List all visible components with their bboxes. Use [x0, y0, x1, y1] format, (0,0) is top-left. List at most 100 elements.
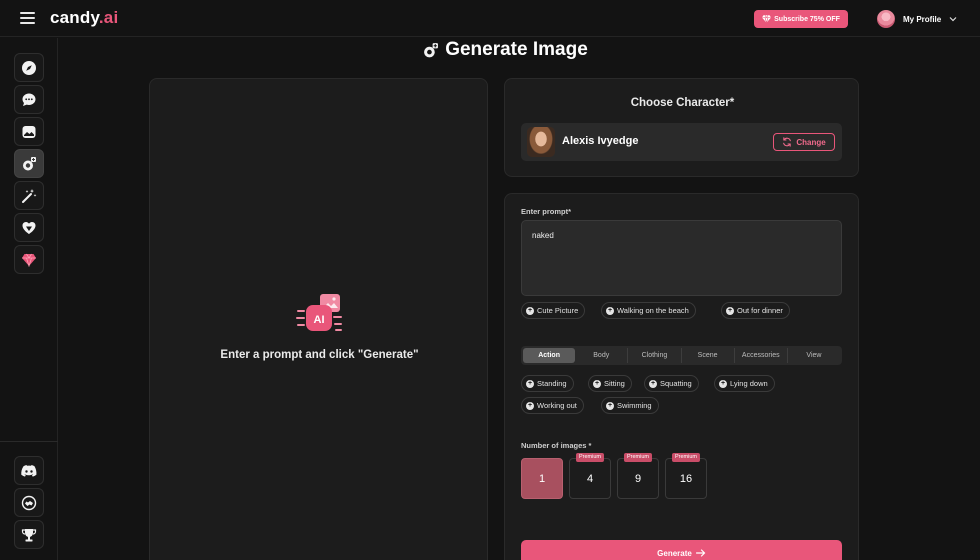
- image-preview-panel: AI Enter a prompt and click "Generate": [149, 78, 488, 560]
- plus-icon: +: [593, 379, 601, 388]
- count-value: 9: [634, 472, 642, 485]
- plus-icon: +: [606, 306, 614, 315]
- premium-badge: Premium: [575, 453, 605, 462]
- action-chip[interactable]: + Swimming: [601, 397, 659, 414]
- tab-body[interactable]: Body: [575, 348, 629, 363]
- plus-icon: +: [726, 306, 734, 315]
- sidebar-item-create-character[interactable]: [14, 181, 44, 210]
- compass-icon: [22, 60, 36, 75]
- suggestion-chip[interactable]: + Cute Picture: [521, 302, 586, 319]
- sidebar-item-chat[interactable]: [14, 85, 44, 114]
- tab-view[interactable]: View: [788, 348, 840, 363]
- prompt-input[interactable]: naked: [521, 220, 842, 296]
- suggestion-chip[interactable]: + Out for dinner: [721, 302, 790, 319]
- image-count-option[interactable]: Premium 16: [665, 453, 707, 499]
- trophy-icon: [21, 528, 37, 541]
- choose-character-panel: Choose Character* Alexis Ivyedge Change: [504, 78, 859, 177]
- page-title-text: Generate Image: [445, 39, 588, 60]
- suggestion-chip[interactable]: + Walking on the beach: [601, 302, 696, 319]
- action-chip[interactable]: + Lying down: [714, 375, 775, 392]
- image-count-option[interactable]: 1: [521, 458, 563, 499]
- preview-placeholder-text: Enter a prompt and click "Generate": [220, 349, 419, 361]
- choose-character-title: Choose Character*: [630, 97, 735, 109]
- generate-label: Generate: [657, 548, 692, 558]
- action-chip[interactable]: + Squatting: [644, 375, 699, 392]
- gem-icon: [22, 253, 36, 267]
- chip-label: Swimming: [617, 401, 652, 410]
- chip-label: Out for dinner: [737, 306, 783, 315]
- arrow-right-icon: [695, 549, 706, 557]
- profile-menu[interactable]: My Profile: [877, 9, 957, 29]
- ai-image-icon: AI: [296, 294, 342, 331]
- tab-accessories[interactable]: Accessories: [735, 348, 788, 363]
- heart-shield-icon: [22, 221, 36, 234]
- chip-label: Lying down: [730, 379, 768, 388]
- count-value: 4: [586, 472, 594, 485]
- plus-icon: +: [606, 401, 614, 410]
- premium-badge: Premium: [671, 453, 701, 462]
- image-icon: [22, 125, 36, 138]
- chip-label: Standing: [537, 379, 567, 388]
- discord-icon: [21, 464, 37, 477]
- plus-icon: +: [526, 379, 534, 388]
- prompt-label: Enter prompt*: [521, 207, 572, 216]
- image-count-option[interactable]: Premium 4: [569, 453, 611, 499]
- chip-label: Sitting: [604, 379, 625, 388]
- generate-button[interactable]: Generate: [521, 540, 842, 560]
- tab-action[interactable]: Action: [523, 348, 576, 363]
- plus-icon: +: [526, 306, 534, 315]
- action-chip[interactable]: + Standing: [521, 375, 574, 392]
- handshake-icon: [21, 495, 37, 510]
- refresh-icon: [783, 137, 792, 147]
- selected-character: Alexis Ivyedge Change: [521, 123, 842, 161]
- action-chip[interactable]: + Working out: [521, 397, 584, 414]
- sidebar-item-my-ai[interactable]: [14, 213, 44, 242]
- logo-tld: .ai: [98, 8, 119, 27]
- sidebar-item-leaderboard[interactable]: [14, 520, 44, 549]
- subscribe-label: Subscribe 75% OFF: [774, 15, 840, 23]
- avatar: [877, 10, 895, 28]
- chat-bubble-icon: [22, 93, 36, 106]
- page-title: Generate Image: [0, 39, 980, 61]
- svg-text:AI: AI: [314, 314, 325, 326]
- plus-icon: +: [526, 401, 534, 410]
- sidebar-item-premium[interactable]: [14, 245, 44, 274]
- sidebar-item-discord[interactable]: [14, 456, 44, 485]
- premium-badge: Premium: [623, 453, 653, 462]
- profile-label: My Profile: [903, 14, 942, 24]
- sidebar: [0, 38, 58, 560]
- camera-plus-icon: [23, 156, 36, 170]
- image-count-option[interactable]: Premium 9: [617, 453, 659, 499]
- top-bar: candy.ai Subscribe 75% OFF My Profile: [0, 0, 980, 37]
- chip-label: Working out: [537, 401, 577, 410]
- plus-icon: +: [649, 379, 657, 388]
- category-tabs: Action Body Clothing Scene Accessories V…: [521, 346, 842, 365]
- character-avatar: [527, 127, 555, 157]
- logo-main: candy: [50, 8, 99, 27]
- action-chip[interactable]: + Sitting: [588, 375, 632, 392]
- chip-label: Walking on the beach: [617, 306, 689, 315]
- logo[interactable]: candy.ai: [50, 8, 118, 28]
- sidebar-item-gallery[interactable]: [14, 117, 44, 146]
- gem-icon: [762, 15, 772, 23]
- sidebar-item-affiliate[interactable]: [14, 488, 44, 517]
- chip-label: Cute Picture: [537, 306, 579, 315]
- count-value: 16: [679, 472, 693, 485]
- chip-label: Squatting: [660, 379, 692, 388]
- count-value: 1: [538, 472, 546, 485]
- change-character-button[interactable]: Change: [773, 133, 835, 151]
- menu-icon[interactable]: [20, 12, 35, 24]
- image-count-label: Number of images *: [521, 441, 592, 450]
- sidebar-item-generate-image[interactable]: [14, 149, 44, 178]
- magic-wand-icon: [22, 188, 37, 203]
- tab-clothing[interactable]: Clothing: [628, 348, 682, 363]
- plus-icon: +: [719, 379, 727, 388]
- chevron-down-icon: [949, 17, 957, 22]
- camera-plus-icon: [424, 42, 439, 57]
- character-name: Alexis Ivyedge: [562, 135, 639, 147]
- subscribe-button[interactable]: Subscribe 75% OFF: [754, 10, 848, 28]
- sidebar-divider: [0, 441, 58, 442]
- generate-form-panel: Enter prompt* naked + Cute Picture + Walki…: [504, 193, 859, 560]
- change-label: Change: [796, 137, 826, 147]
- tab-scene[interactable]: Scene: [682, 348, 735, 363]
